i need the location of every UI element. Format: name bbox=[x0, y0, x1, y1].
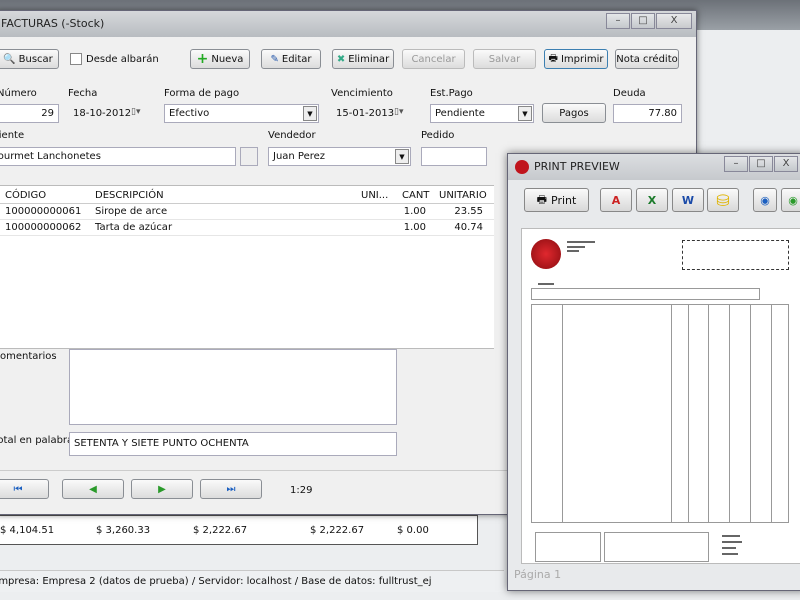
col-unitario[interactable]: UNITARIO bbox=[439, 190, 487, 201]
next-icon: ◉ bbox=[788, 193, 798, 207]
total-value: $ 3,260.33 bbox=[96, 525, 151, 536]
close-button[interactable]: X bbox=[774, 156, 798, 172]
window-title: FACTURAS (-Stock) bbox=[0, 11, 696, 37]
buscar-button[interactable]: 🔍 Buscar bbox=[0, 49, 59, 69]
print-button[interactable]: 🖶 Print bbox=[524, 188, 589, 212]
forma-pago-select[interactable]: Efectivo ▼ bbox=[164, 104, 319, 123]
comentarios-textarea[interactable] bbox=[69, 349, 397, 425]
search-icon: 🔍 bbox=[3, 53, 16, 65]
maximize-button[interactable]: □ bbox=[631, 13, 655, 29]
col-descripcion[interactable]: DESCRIPCIÓN bbox=[95, 190, 164, 201]
last-record-button[interactable]: ⏭ bbox=[200, 479, 262, 499]
col-unidad[interactable]: UNI... bbox=[361, 190, 388, 201]
print-preview-window: PRINT PREVIEW – □ X 🖶 Print A X W ⛁ ◉ ◉ P… bbox=[507, 153, 800, 591]
edit-icon: ✎ bbox=[270, 53, 279, 65]
col-cant[interactable]: CANT bbox=[402, 190, 429, 201]
export-database-button[interactable]: ⛁ bbox=[707, 188, 739, 212]
nueva-button[interactable]: + Nueva bbox=[190, 49, 250, 69]
total-value: $ 2,222.67 bbox=[310, 525, 365, 536]
table-row[interactable]: 100000000061 Sirope de arce 1.00 23.55 bbox=[0, 204, 494, 220]
cliente-label: Cliente bbox=[0, 130, 25, 141]
minimize-button[interactable]: – bbox=[606, 13, 630, 29]
status-bar: Empresa: Empresa 2 (datos de prueba) / S… bbox=[0, 570, 504, 592]
total-value: $ 2,222.67 bbox=[193, 525, 248, 536]
calendar-icon[interactable]: ▯▾ bbox=[131, 107, 140, 117]
cliente-field[interactable]: Gourmet Lanchonetes bbox=[0, 147, 236, 166]
previous-icon: ◀ bbox=[89, 483, 97, 495]
chevron-down-icon[interactable]: ▼ bbox=[518, 106, 532, 121]
last-icon: ⏭ bbox=[226, 483, 236, 495]
totals-row: $ 4,104.51 $ 3,260.33 $ 2,222.67 $ 2,222… bbox=[0, 515, 478, 545]
total-palabras-label: Total en palabras bbox=[0, 435, 79, 446]
database-icon: ⛁ bbox=[716, 190, 730, 210]
eliminar-button[interactable]: ✖ Eliminar bbox=[332, 49, 394, 69]
record-position: 1:29 bbox=[290, 485, 313, 496]
printer-icon: 🖶 bbox=[536, 192, 548, 206]
previous-record-button[interactable]: ◀ bbox=[62, 479, 124, 499]
printer-icon: 🖶 bbox=[548, 52, 558, 64]
editar-button[interactable]: ✎ Editar bbox=[261, 49, 321, 69]
page-indicator: Página 1 bbox=[514, 568, 562, 581]
fecha-field[interactable]: 18-10-2012 ▯▾ bbox=[68, 104, 153, 123]
next-page-button[interactable]: ◉ bbox=[781, 188, 800, 212]
est-pago-label: Est.Pago bbox=[430, 88, 473, 99]
chevron-down-icon[interactable]: ▼ bbox=[395, 149, 409, 164]
pedido-label: Pedido bbox=[421, 130, 455, 141]
excel-icon: X bbox=[647, 193, 657, 207]
vendedor-select[interactable]: Juan Perez ▼ bbox=[268, 147, 411, 166]
export-excel-button[interactable]: X bbox=[636, 188, 668, 212]
forma-pago-label: Forma de pago bbox=[164, 88, 240, 99]
plus-icon: + bbox=[196, 51, 209, 67]
first-record-button[interactable]: ⏮ bbox=[0, 479, 49, 499]
next-icon: ▶ bbox=[158, 483, 166, 495]
word-icon: W bbox=[681, 193, 695, 207]
vendedor-label: Vendedor bbox=[268, 130, 316, 141]
comentarios-label: Comentarios bbox=[0, 351, 57, 362]
minimize-button[interactable]: – bbox=[724, 156, 748, 172]
nota-credito-button[interactable]: Nota crédito bbox=[615, 49, 679, 69]
lines-grid: CÓDIGO DESCRIPCIÓN UNI... CANT UNITARIO … bbox=[0, 185, 494, 349]
delete-icon: ✖ bbox=[336, 53, 346, 65]
fecha-label: Fecha bbox=[68, 88, 98, 99]
deuda-label: Deuda bbox=[613, 88, 646, 99]
chevron-down-icon[interactable]: ▼ bbox=[303, 106, 317, 121]
cliente-lookup-button[interactable] bbox=[240, 147, 258, 166]
invoice-page bbox=[521, 228, 800, 564]
export-word-button[interactable]: W bbox=[672, 188, 704, 212]
desde-albaran-checkbox[interactable]: Desde albarán bbox=[70, 53, 159, 65]
total-value: $ 4,104.51 bbox=[0, 525, 55, 536]
salvar-button[interactable]: Salvar bbox=[473, 49, 536, 69]
deuda-field: 77.80 bbox=[613, 104, 682, 123]
previous-page-button[interactable]: ◉ bbox=[753, 188, 777, 212]
pedido-field[interactable] bbox=[421, 147, 487, 166]
previous-icon: ◉ bbox=[760, 193, 770, 207]
total-value: $ 0.00 bbox=[397, 525, 429, 536]
app-logo-icon bbox=[515, 160, 529, 174]
pdf-icon: A bbox=[611, 193, 621, 207]
first-icon: ⏮ bbox=[13, 483, 23, 495]
est-pago-select[interactable]: Pendiente ▼ bbox=[430, 104, 534, 123]
col-codigo[interactable]: CÓDIGO bbox=[5, 190, 46, 201]
cancelar-button[interactable]: Cancelar bbox=[402, 49, 465, 69]
vencimiento-field[interactable]: 15-01-2013 ▯▾ bbox=[331, 104, 416, 123]
maximize-button[interactable]: □ bbox=[749, 156, 773, 172]
close-button[interactable]: X bbox=[656, 13, 692, 29]
export-pdf-button[interactable]: A bbox=[600, 188, 632, 212]
vencimiento-label: Vencimiento bbox=[331, 88, 393, 99]
company-logo bbox=[531, 239, 561, 269]
pagos-button[interactable]: Pagos bbox=[542, 103, 606, 123]
checkbox-box[interactable] bbox=[70, 53, 82, 65]
imprimir-button[interactable]: 🖶 Imprimir bbox=[544, 49, 608, 69]
next-record-button[interactable]: ▶ bbox=[131, 479, 193, 499]
numero-field[interactable]: 29 bbox=[0, 104, 59, 123]
total-palabras-field: SETENTA Y SIETE PUNTO OCHENTA bbox=[69, 432, 397, 456]
calendar-icon[interactable]: ▯▾ bbox=[394, 107, 403, 117]
numero-label: Número bbox=[0, 88, 37, 99]
grid-header: CÓDIGO DESCRIPCIÓN UNI... CANT UNITARIO bbox=[0, 188, 494, 204]
table-row[interactable]: 100000000062 Tarta de azúcar 1.00 40.74 bbox=[0, 220, 494, 236]
